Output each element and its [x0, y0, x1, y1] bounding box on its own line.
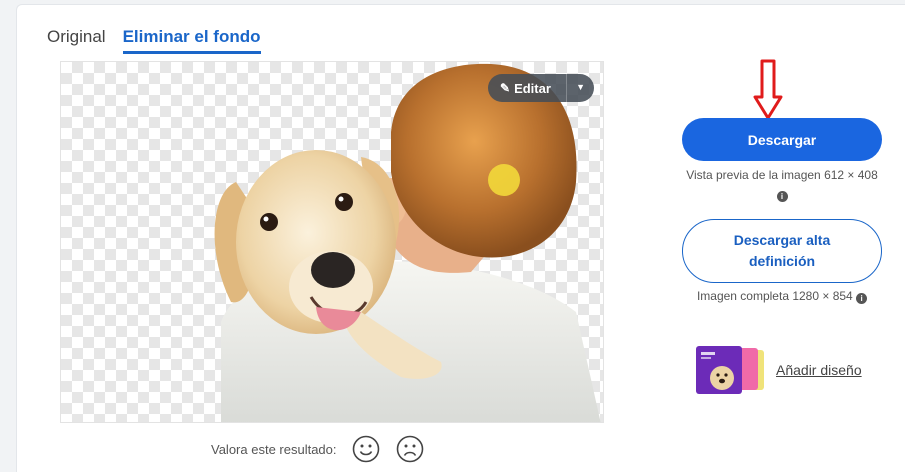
add-design-link[interactable]: Añadir diseño	[776, 362, 862, 378]
edit-button[interactable]: ✎ Editar ▼	[488, 74, 594, 102]
pencil-icon: ✎	[500, 81, 511, 95]
download-hd-button[interactable]: Descargar alta definición	[682, 219, 882, 283]
frown-icon[interactable]	[395, 434, 425, 464]
info-icon[interactable]: i	[856, 293, 868, 304]
download-button[interactable]: Descargar	[682, 118, 882, 161]
tab-remove-background[interactable]: Eliminar el fondo	[122, 27, 261, 54]
rating-label: Valora este resultado:	[211, 441, 337, 457]
design-thumbnails-icon[interactable]	[696, 346, 768, 394]
preview-size-note: Vista previa de la imagen 612 × 408 i	[682, 166, 882, 204]
view-tabs: Original Eliminar el fondo	[47, 27, 261, 54]
edit-button-divider	[566, 74, 567, 102]
full-size-note: Imagen completa 1280 × 854 i	[672, 289, 892, 304]
full-size-text: Imagen completa 1280 × 854	[696, 289, 853, 303]
info-icon[interactable]: i	[776, 191, 788, 202]
rating-bar: Valora este resultado:	[211, 434, 425, 464]
subject-image	[214, 63, 601, 422]
red-arrow-annotation	[753, 59, 783, 120]
download-hd-label: Descargar alta definición	[733, 232, 831, 269]
caret-down-icon[interactable]: ▼	[576, 82, 585, 92]
preview-size-text: Vista previa de la imagen 612 × 408	[686, 168, 878, 182]
tab-original[interactable]: Original	[47, 27, 106, 54]
edit-button-label: Editar	[514, 80, 551, 96]
smile-icon[interactable]	[351, 434, 381, 464]
image-preview: ✎ Editar ▼	[60, 61, 604, 423]
